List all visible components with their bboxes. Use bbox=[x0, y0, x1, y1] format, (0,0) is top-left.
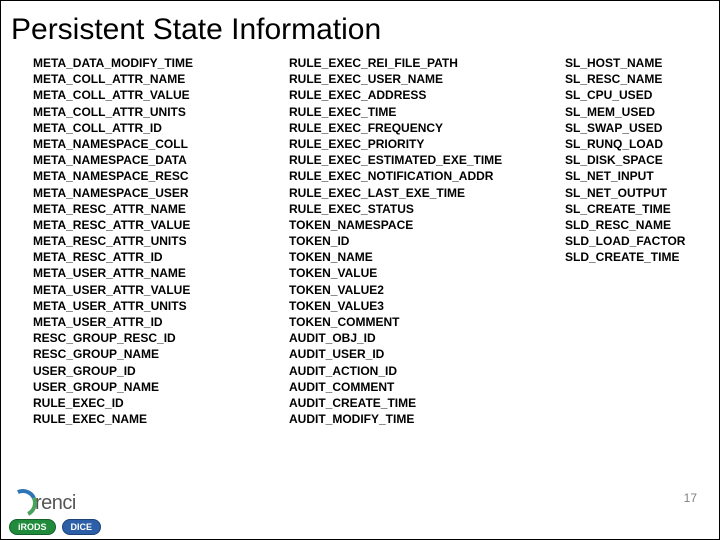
list-item: SL_NET_OUTPUT bbox=[565, 185, 720, 201]
slide: Persistent State Information META_DATA_M… bbox=[0, 0, 720, 540]
list-item: TOKEN_COMMENT bbox=[289, 314, 519, 330]
list-item: RULE_EXEC_ID bbox=[33, 395, 243, 411]
list-item: META_COLL_ATTR_UNITS bbox=[33, 104, 243, 120]
page-number: 17 bbox=[684, 491, 697, 505]
list-item: RULE_EXEC_FREQUENCY bbox=[289, 120, 519, 136]
list-item: USER_GROUP_ID bbox=[33, 363, 243, 379]
list-item: AUDIT_MODIFY_TIME bbox=[289, 411, 519, 427]
list-item: AUDIT_ACTION_ID bbox=[289, 363, 519, 379]
list-item: RULE_EXEC_NAME bbox=[33, 411, 243, 427]
list-item: SLD_CREATE_TIME bbox=[565, 249, 720, 265]
renci-logo-text: renci bbox=[35, 492, 76, 515]
list-item: RESC_GROUP_NAME bbox=[33, 346, 243, 362]
list-item: RULE_EXEC_STATUS bbox=[289, 201, 519, 217]
list-item: META_RESC_ATTR_NAME bbox=[33, 201, 243, 217]
list-item: SLD_RESC_NAME bbox=[565, 217, 720, 233]
list-item: AUDIT_CREATE_TIME bbox=[289, 395, 519, 411]
list-item: SL_NET_INPUT bbox=[565, 168, 720, 184]
list-item: META_USER_ATTR_UNITS bbox=[33, 298, 243, 314]
list-item: RULE_EXEC_PRIORITY bbox=[289, 136, 519, 152]
list-item: RULE_EXEC_LAST_EXE_TIME bbox=[289, 185, 519, 201]
list-item: AUDIT_USER_ID bbox=[289, 346, 519, 362]
list-item: META_COLL_ATTR_VALUE bbox=[33, 87, 243, 103]
list-item: META_RESC_ATTR_VALUE bbox=[33, 217, 243, 233]
list-item: RULE_EXEC_ESTIMATED_EXE_TIME bbox=[289, 152, 519, 168]
list-item: SL_HOST_NAME bbox=[565, 55, 720, 71]
dice-badge: DICE bbox=[62, 519, 102, 535]
list-item: RULE_EXEC_USER_NAME bbox=[289, 71, 519, 87]
column-3: SL_HOST_NAMESL_RESC_NAMESL_CPU_USEDSL_ME… bbox=[565, 55, 720, 427]
list-item: META_NAMESPACE_COLL bbox=[33, 136, 243, 152]
list-item: META_COLL_ATTR_ID bbox=[33, 120, 243, 136]
list-item: TOKEN_NAME bbox=[289, 249, 519, 265]
list-item: META_NAMESPACE_DATA bbox=[33, 152, 243, 168]
list-item: AUDIT_COMMENT bbox=[289, 379, 519, 395]
irods-badge: iRODS bbox=[9, 519, 56, 535]
list-item: SL_RESC_NAME bbox=[565, 71, 720, 87]
list-item: TOKEN_NAMESPACE bbox=[289, 217, 519, 233]
list-item: SL_CPU_USED bbox=[565, 87, 720, 103]
list-item: META_USER_ATTR_NAME bbox=[33, 265, 243, 281]
footer: renci iRODS DICE 17 bbox=[1, 479, 719, 539]
list-item: TOKEN_VALUE bbox=[289, 265, 519, 281]
renci-logo: renci bbox=[9, 489, 76, 517]
page-title: Persistent State Information bbox=[1, 1, 719, 55]
list-item: SLD_LOAD_FACTOR bbox=[565, 233, 720, 249]
list-item: TOKEN_VALUE2 bbox=[289, 282, 519, 298]
list-item: SL_DISK_SPACE bbox=[565, 152, 720, 168]
list-item: META_DATA_MODIFY_TIME bbox=[33, 55, 243, 71]
list-item: RULE_EXEC_NOTIFICATION_ADDR bbox=[289, 168, 519, 184]
list-item: META_COLL_ATTR_NAME bbox=[33, 71, 243, 87]
list-item: SL_SWAP_USED bbox=[565, 120, 720, 136]
list-item: RULE_EXEC_REI_FILE_PATH bbox=[289, 55, 519, 71]
list-item: META_NAMESPACE_RESC bbox=[33, 168, 243, 184]
list-item: USER_GROUP_NAME bbox=[33, 379, 243, 395]
list-item: AUDIT_OBJ_ID bbox=[289, 330, 519, 346]
list-item: SL_CREATE_TIME bbox=[565, 201, 720, 217]
list-item: TOKEN_ID bbox=[289, 233, 519, 249]
renci-swirl-icon bbox=[9, 489, 37, 517]
list-item: SL_MEM_USED bbox=[565, 104, 720, 120]
list-item: TOKEN_VALUE3 bbox=[289, 298, 519, 314]
columns-container: META_DATA_MODIFY_TIMEMETA_COLL_ATTR_NAME… bbox=[1, 55, 719, 427]
list-item: RESC_GROUP_RESC_ID bbox=[33, 330, 243, 346]
sub-logos: iRODS DICE bbox=[9, 519, 101, 535]
list-item: META_RESC_ATTR_UNITS bbox=[33, 233, 243, 249]
column-2: RULE_EXEC_REI_FILE_PATHRULE_EXEC_USER_NA… bbox=[289, 55, 519, 427]
list-item: META_NAMESPACE_USER bbox=[33, 185, 243, 201]
list-item: META_USER_ATTR_VALUE bbox=[33, 282, 243, 298]
column-1: META_DATA_MODIFY_TIMEMETA_COLL_ATTR_NAME… bbox=[33, 55, 243, 427]
list-item: META_RESC_ATTR_ID bbox=[33, 249, 243, 265]
list-item: META_USER_ATTR_ID bbox=[33, 314, 243, 330]
list-item: SL_RUNQ_LOAD bbox=[565, 136, 720, 152]
list-item: RULE_EXEC_TIME bbox=[289, 104, 519, 120]
list-item: RULE_EXEC_ADDRESS bbox=[289, 87, 519, 103]
